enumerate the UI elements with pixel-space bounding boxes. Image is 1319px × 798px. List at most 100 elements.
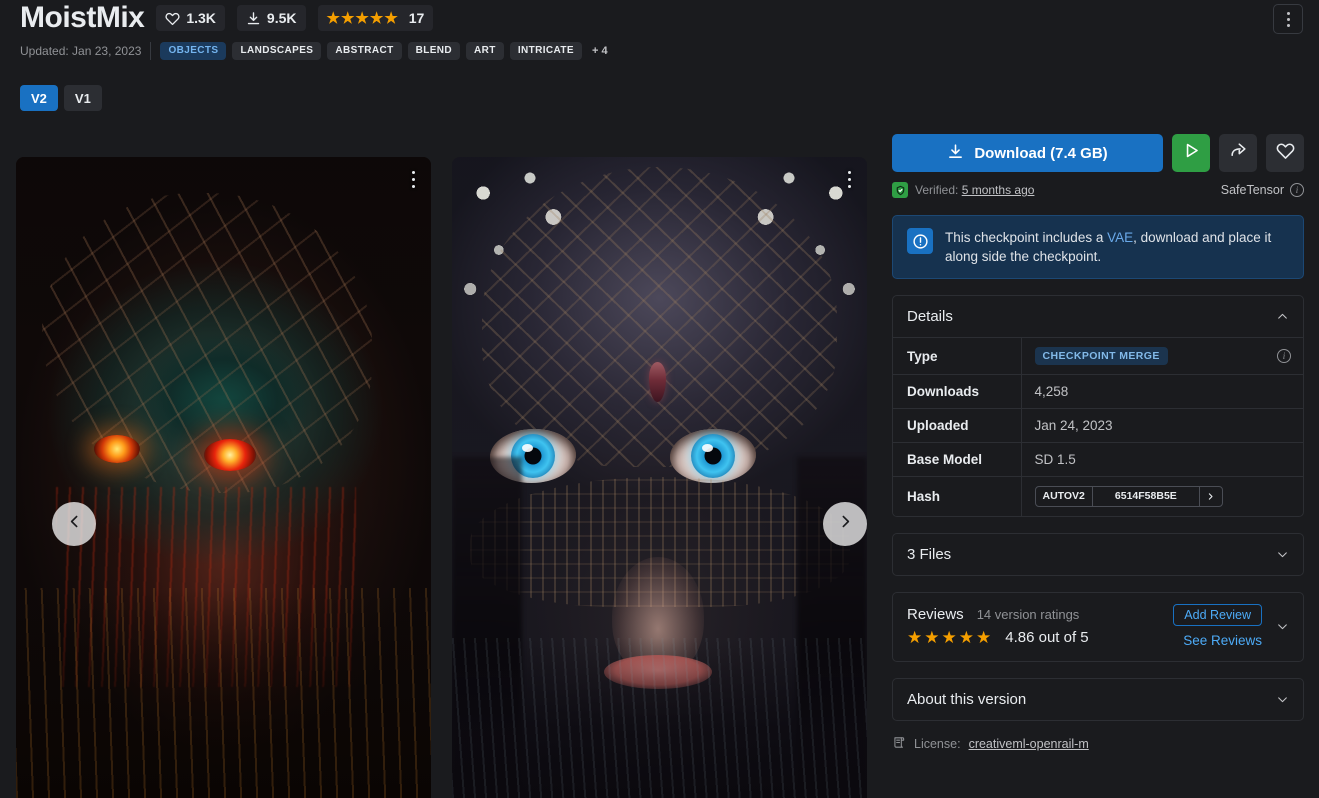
add-review-button[interactable]: Add Review xyxy=(1173,604,1262,626)
details-value-downloads: 4,258 xyxy=(1021,375,1303,409)
star-icon: ★ xyxy=(942,630,957,645)
verified-label: Verified: 5 months ago xyxy=(915,183,1034,197)
tag-intricate[interactable]: INTRICATE xyxy=(510,42,582,60)
alert-text-before: This checkpoint includes a xyxy=(945,230,1107,245)
tags-more-button[interactable]: + 4 xyxy=(588,42,612,60)
chevron-right-icon xyxy=(1206,492,1215,501)
license-row: License: creativeml-openrail-m xyxy=(892,735,1304,753)
gallery-image-2-menu-button[interactable] xyxy=(840,166,858,192)
tag-landscapes[interactable]: LANDSCAPES xyxy=(232,42,321,60)
details-title: Details xyxy=(907,308,953,325)
artwork-detail xyxy=(702,444,713,452)
likes-stat[interactable]: 1.3K xyxy=(156,5,225,31)
chevron-down-icon xyxy=(1276,548,1289,561)
vae-link[interactable]: VAE xyxy=(1107,230,1133,245)
page-options-menu-button[interactable] xyxy=(1273,4,1303,34)
table-row: Base Model SD 1.5 xyxy=(893,443,1303,477)
hash-next-button[interactable] xyxy=(1200,487,1222,506)
gallery-image-1-menu-button[interactable] xyxy=(404,166,422,192)
shield-check-icon xyxy=(892,182,908,198)
download-button-label: Download (7.4 GB) xyxy=(974,145,1107,162)
vae-alert-text: This checkpoint includes a VAE, download… xyxy=(945,228,1289,266)
rating-count: 17 xyxy=(409,10,425,26)
version-tab-v2[interactable]: V2 xyxy=(20,85,58,111)
chevron-right-icon xyxy=(837,513,854,535)
table-row: Hash AUTOV2 6514F58B5E xyxy=(893,477,1303,517)
hash-value: 6514F58B5E xyxy=(1093,487,1200,506)
gallery-image-2[interactable] xyxy=(452,157,867,798)
info-icon[interactable]: i xyxy=(1277,349,1291,363)
run-button[interactable] xyxy=(1172,134,1210,172)
license-icon xyxy=(892,735,906,753)
gallery-next-button[interactable] xyxy=(823,502,867,546)
reviews-stars: ★ ★ ★ ★ ★ xyxy=(907,630,991,645)
reviews-subtitle: 14 version ratings xyxy=(977,607,1080,622)
hash-type: AUTOV2 xyxy=(1036,487,1093,506)
star-icon: ★ xyxy=(327,11,340,26)
tag-abstract[interactable]: ABSTRACT xyxy=(327,42,401,60)
hash-control[interactable]: AUTOV2 6514F58B5E xyxy=(1035,486,1223,507)
alert-circle-icon xyxy=(907,228,933,254)
details-label-base-model: Base Model xyxy=(893,443,1021,477)
rating-stars: ★ ★ ★ ★ ★ xyxy=(327,11,398,26)
tag-art[interactable]: ART xyxy=(466,42,504,60)
sidebar: Download (7.4 GB) xyxy=(892,134,1304,753)
files-card: 3 Files xyxy=(892,533,1304,576)
artwork-detail xyxy=(16,588,431,798)
artwork-detail xyxy=(94,435,140,463)
gallery-image-1[interactable] xyxy=(16,157,431,798)
dots-vertical-icon xyxy=(848,178,851,181)
dots-vertical-icon xyxy=(412,171,415,174)
artwork-detail xyxy=(482,167,837,467)
details-card: Details Type CHECKPOINT MERGE i Download… xyxy=(892,295,1304,517)
share-icon xyxy=(1229,141,1248,165)
likes-value: 1.3K xyxy=(186,10,216,26)
info-icon[interactable]: i xyxy=(1290,183,1304,197)
star-icon: ★ xyxy=(370,11,383,26)
download-button[interactable]: Download (7.4 GB) xyxy=(892,134,1163,172)
star-icon: ★ xyxy=(355,11,368,26)
reviews-title-row: Reviews 14 version ratings xyxy=(907,606,1173,623)
artwork-detail xyxy=(452,638,867,798)
license-link[interactable]: creativeml-openrail-m xyxy=(969,737,1089,751)
verified-prefix: Verified: xyxy=(915,183,958,197)
reviews-actions: Add Review See Reviews xyxy=(1173,604,1262,648)
dots-vertical-icon xyxy=(412,185,415,188)
chevron-down-icon[interactable] xyxy=(1276,620,1289,633)
rating-stat[interactable]: ★ ★ ★ ★ ★ 17 xyxy=(318,5,434,31)
gallery-prev-button[interactable] xyxy=(52,502,96,546)
page-header: MoistMix 1.3K 9.5K ★ xyxy=(0,0,1319,72)
see-reviews-link[interactable]: See Reviews xyxy=(1183,633,1262,648)
star-icon: ★ xyxy=(959,630,974,645)
share-button[interactable] xyxy=(1219,134,1257,172)
version-tab-v1[interactable]: V1 xyxy=(64,85,102,111)
table-row: Uploaded Jan 24, 2023 xyxy=(893,409,1303,443)
dots-vertical-icon xyxy=(848,185,851,188)
verified-time-link[interactable]: 5 months ago xyxy=(962,183,1035,197)
chevron-down-icon xyxy=(1276,693,1289,706)
heart-icon xyxy=(1276,141,1295,165)
chevron-up-icon xyxy=(1276,310,1289,323)
vae-alert: This checkpoint includes a VAE, download… xyxy=(892,215,1304,279)
tag-list: OBJECTS LANDSCAPES ABSTRACT BLEND ART IN… xyxy=(160,42,611,60)
type-badge: CHECKPOINT MERGE xyxy=(1035,347,1168,365)
details-label-uploaded: Uploaded xyxy=(893,409,1021,443)
files-card-header[interactable]: 3 Files xyxy=(893,534,1303,575)
tag-blend[interactable]: BLEND xyxy=(408,42,460,60)
reviews-summary: Reviews 14 version ratings ★ ★ ★ ★ ★ 4.8… xyxy=(907,606,1173,646)
table-row: Type CHECKPOINT MERGE i xyxy=(893,338,1303,375)
reviews-card: Reviews 14 version ratings ★ ★ ★ ★ ★ 4.8… xyxy=(892,592,1304,662)
safetensor-label: SafeTensor xyxy=(1221,183,1284,197)
download-action-row: Download (7.4 GB) xyxy=(892,134,1304,172)
details-card-header[interactable]: Details xyxy=(893,296,1303,337)
artwork-detail xyxy=(204,439,256,471)
heart-icon xyxy=(165,11,180,26)
tag-objects[interactable]: OBJECTS xyxy=(160,42,226,60)
gallery-artwork-2 xyxy=(452,157,867,798)
favorite-button[interactable] xyxy=(1266,134,1304,172)
dots-vertical-icon xyxy=(1287,24,1290,27)
downloads-stat[interactable]: 9.5K xyxy=(237,5,306,31)
about-version-header[interactable]: About this version xyxy=(893,679,1303,720)
dots-vertical-icon xyxy=(1287,12,1290,15)
about-version-card: About this version xyxy=(892,678,1304,721)
